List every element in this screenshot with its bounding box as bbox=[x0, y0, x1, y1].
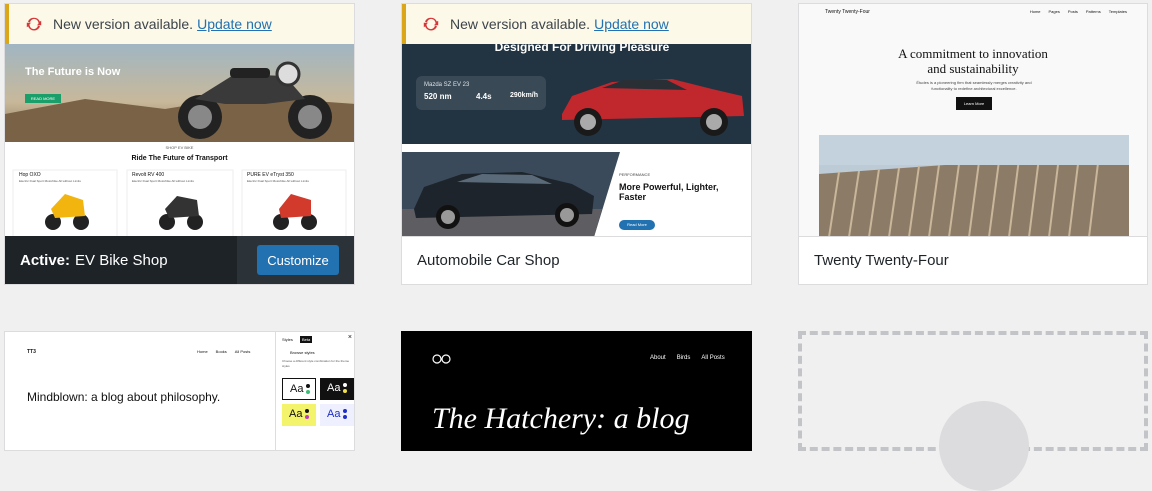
swatch-dot bbox=[306, 390, 310, 394]
ev-product-desc-1: Electric Dual Sport Motorbike All withou… bbox=[19, 179, 81, 183]
panel-beta-tab: Beta bbox=[300, 336, 313, 343]
swatch-dot bbox=[305, 415, 309, 419]
theme-screenshot-the-hatchery[interactable]: About Birds All Posts The Hatchery: a bl… bbox=[402, 332, 751, 450]
theme-card-automobile-car-shop[interactable]: Designed For Driving Pleasure Mazda SZ E… bbox=[401, 3, 752, 285]
swatch-aa: Aa bbox=[290, 383, 304, 395]
ev-product-name-2: Revolt RV 400 bbox=[132, 172, 165, 178]
tt4-headline-line-2: and sustainability bbox=[927, 61, 1019, 76]
theme-screenshot-tt3[interactable]: TT3 Home Books All Posts Mindblown: a bl… bbox=[5, 332, 354, 450]
add-theme-plus-icon bbox=[939, 401, 1029, 491]
swatch-dot bbox=[305, 409, 309, 413]
update-notice-2: New version available. Update now bbox=[402, 4, 751, 44]
ev-product-name-3: PURE EV eTryst 350 bbox=[247, 172, 294, 178]
update-icon bbox=[423, 17, 439, 31]
tt3-nav-item: Home bbox=[197, 349, 208, 354]
notice-text: New version available. bbox=[53, 16, 194, 32]
ev-product-name-1: Hop OXO bbox=[19, 172, 41, 178]
tt3-site-title: TT3 bbox=[27, 349, 36, 355]
tt3-headline: Mindblown: a blog about philosophy. bbox=[27, 390, 221, 404]
tt4-nav-item: Templates bbox=[1108, 9, 1127, 14]
swatch-dot bbox=[343, 415, 347, 419]
tt4-nav-item: Patterns bbox=[1085, 9, 1101, 14]
update-now-link[interactable]: Update now bbox=[594, 16, 669, 32]
theme-screenshot-twenty-twenty-four[interactable]: Twenty Twenty-Four Home Pages Posts Patt… bbox=[799, 4, 1147, 237]
ev-product-desc-2: Electric Dual Sport Motorbike All withou… bbox=[132, 179, 194, 183]
swatch-dot bbox=[343, 383, 347, 387]
auto-stat-2-value: 4.4s bbox=[476, 92, 492, 101]
ev-hero-title: The Future is Now bbox=[25, 66, 121, 78]
tt3-nav-item: Books bbox=[215, 349, 227, 354]
customize-button[interactable]: Customize bbox=[257, 245, 339, 275]
style-swatch-1[interactable]: Aa bbox=[282, 378, 316, 400]
auto-feature-button: Read More bbox=[619, 220, 655, 230]
update-notice: New version available. Update now bbox=[5, 4, 354, 44]
hatchery-nav: About Birds All Posts bbox=[650, 355, 725, 361]
auto-stat-1-value: 520 nm bbox=[424, 92, 452, 101]
close-icon: × bbox=[347, 334, 352, 341]
swatch-aa: Aa bbox=[327, 382, 341, 394]
theme-name-bar: Twenty Twenty-Four bbox=[799, 236, 1147, 284]
theme-name-ev-bike-shop: EV Bike Shop bbox=[75, 251, 168, 269]
panel-section: Browse styles bbox=[290, 350, 315, 355]
theme-card-ev-bike-shop[interactable]: The Future is Now READ MORE SHOP EV BIKE… bbox=[4, 3, 355, 285]
notice-text: New version available. bbox=[450, 16, 591, 32]
theme-name-twenty-twenty-four: Twenty Twenty-Four bbox=[814, 252, 949, 269]
tt3-nav: Home Books All Posts bbox=[197, 349, 250, 354]
hatchery-nav-item: Birds bbox=[676, 355, 691, 361]
tt3-nav-item: All Posts bbox=[234, 349, 251, 354]
swatch-dot bbox=[343, 409, 347, 413]
ev-product-desc-3: Electric Dual Sport Motorbike All withou… bbox=[247, 179, 309, 183]
theme-card-twenty-twenty-four[interactable]: Twenty Twenty-Four Home Pages Posts Patt… bbox=[798, 3, 1148, 285]
theme-card-the-hatchery[interactable]: About Birds All Posts The Hatchery: a bl… bbox=[401, 331, 752, 451]
tt4-preview-art bbox=[799, 4, 1147, 237]
hatchery-nav-item: All Posts bbox=[701, 355, 725, 361]
auto-feature-kicker: PERFORMANCE bbox=[619, 172, 651, 177]
panel-title: Styles bbox=[282, 337, 293, 342]
swatch-aa: Aa bbox=[327, 408, 341, 420]
hatchery-logo-icon bbox=[432, 354, 451, 364]
active-label: Active: bbox=[20, 251, 71, 269]
tt4-nav: Home Pages Posts Patterns Templates bbox=[1030, 9, 1127, 14]
add-new-theme-card[interactable] bbox=[798, 331, 1148, 491]
update-icon bbox=[26, 17, 42, 31]
swatch-dot bbox=[343, 389, 347, 393]
tt4-headline-line-1: A commitment to innovation bbox=[898, 46, 1048, 61]
swatch-aa: Aa bbox=[289, 408, 303, 420]
style-swatch-2[interactable]: Aa bbox=[320, 378, 354, 400]
tt4-button: Learn More bbox=[956, 97, 992, 110]
auto-stat-3-value: 290km/h bbox=[510, 92, 539, 99]
tt4-body: Études is a pioneering firm that seamles… bbox=[916, 80, 1032, 91]
auto-model-name: Mazda SZ EV 23 bbox=[424, 82, 470, 88]
theme-name-bar: Automobile Car Shop bbox=[402, 236, 751, 284]
swatch-dot bbox=[306, 384, 310, 388]
update-now-link[interactable]: Update now bbox=[197, 16, 272, 32]
tt4-nav-item: Pages bbox=[1048, 9, 1060, 14]
ev-hero-button: READ MORE bbox=[25, 94, 61, 103]
ev-section-kicker: SHOP EV BIKE bbox=[165, 145, 194, 150]
hatchery-nav-item: About bbox=[650, 355, 666, 361]
tt4-nav-item: Posts bbox=[1067, 9, 1078, 14]
theme-card-tt3[interactable]: TT3 Home Books All Posts Mindblown: a bl… bbox=[4, 331, 355, 451]
tt4-site-title: Twenty Twenty-Four bbox=[825, 9, 870, 15]
auto-feature-title: More Powerful, Lighter, Faster bbox=[619, 182, 719, 202]
theme-name-bar-active: Active: EV Bike Shop Customize bbox=[5, 236, 354, 284]
theme-name-automobile-car-shop: Automobile Car Shop bbox=[417, 252, 560, 269]
hatchery-headline: The Hatchery: a blog bbox=[432, 402, 690, 435]
ev-section-title: Ride The Future of Transport bbox=[131, 155, 228, 162]
panel-desc: Choose a different style combination for… bbox=[282, 359, 349, 368]
tt4-nav-item: Home bbox=[1029, 9, 1041, 14]
tt3-styles-panel: Styles Beta × Browse styles Choose a dif… bbox=[275, 332, 354, 450]
